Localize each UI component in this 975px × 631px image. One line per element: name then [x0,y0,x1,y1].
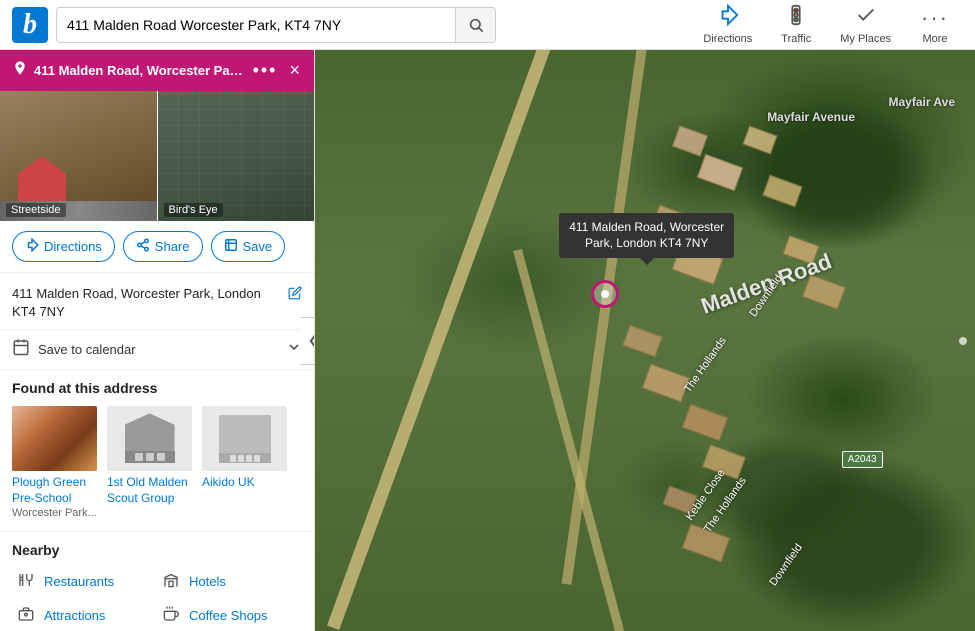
collapse-sidebar-button[interactable] [300,317,315,365]
found-section: Found at this address Plough Green Pre-S… [0,370,314,530]
save-icon [224,238,238,255]
location-header-close[interactable]: × [287,60,302,81]
map-area[interactable]: Mayfair Avenue Mayfair Ave Malden Road T… [315,50,975,631]
sidebar: 411 Malden Road, Worcester Park, L... ••… [0,50,315,631]
streetside-label: Streetside [6,203,66,217]
place-name-2: 1st Old Malden Scout Group [107,475,192,506]
directions-btn-icon [25,238,39,255]
nav-directions-label: Directions [703,33,752,45]
directions-button[interactable]: Directions [12,231,115,262]
popup-line2: Park, London KT4 7NY [569,235,724,252]
nearby-coffee[interactable]: Coffee Shops [157,600,302,631]
edit-icon[interactable] [288,286,302,303]
nav-traffic[interactable]: Traffic [768,0,824,49]
search-input[interactable] [57,8,455,42]
birdseye-photo[interactable]: Bird's Eye [158,91,315,221]
nav-buttons: Directions Traffic My Places ··· [691,0,963,49]
nearby-title: Nearby [12,542,302,558]
coffee-icon [161,606,181,626]
more-icon: ··· [921,5,949,31]
nearby-restaurants[interactable]: Restaurants [12,566,157,598]
directions-btn-label: Directions [44,239,102,254]
share-icon [136,238,150,255]
save-button[interactable]: Save [211,231,286,262]
house-decoration [12,156,72,201]
attractions-icon [16,606,36,626]
topbar: b Directions [0,0,975,50]
marker-circle-outer [591,280,619,308]
nav-more-label: More [922,33,947,45]
search-box [56,7,496,43]
marker-circle-inner [601,290,609,298]
location-header: 411 Malden Road, Worcester Park, L... ••… [0,50,314,91]
address-text: 411 Malden Road, Worcester Park, London … [12,285,282,321]
pin-icon [12,60,28,81]
bing-logo: b [12,7,48,43]
coffee-label: Coffee Shops [189,608,268,623]
nav-myplaces[interactable]: My Places [828,0,903,49]
place-thumb-3 [202,406,287,471]
calendar-section[interactable]: Save to calendar [0,330,314,370]
grid-overlay [158,91,315,221]
nearby-grid: Restaurants Hotels [12,566,302,631]
birdseye-label: Bird's Eye [164,203,223,217]
streetside-photo[interactable]: Streetside [0,91,157,221]
location-header-more[interactable]: ••• [249,60,282,81]
place-sub-1: Worcester Park... [12,507,97,519]
zoom-indicator [959,337,967,345]
directions-icon [717,4,739,31]
place-card-1[interactable]: Plough Green Pre-School Worcester Park..… [12,406,97,518]
location-header-title: 411 Malden Road, Worcester Park, L... [34,63,243,78]
map-zoom-controls [959,337,967,345]
attractions-label: Attractions [44,608,105,623]
nav-more[interactable]: ··· More [907,1,963,49]
nearby-attractions[interactable]: Attractions [12,600,157,631]
map-popup: 411 Malden Road, Worcester Park, London … [559,213,734,259]
myplaces-icon [855,4,877,31]
share-btn-label: Share [155,239,190,254]
place-card-3[interactable]: Aikido UK [202,406,287,518]
found-title: Found at this address [12,380,302,396]
mayfair-ave-label: Mayfair Ave [889,95,955,109]
place-thumb-1 [12,406,97,471]
calendar-label: Save to calendar [38,342,278,357]
nearby-hotels[interactable]: Hotels [157,566,302,598]
road-badge: A2043 [842,451,883,468]
save-btn-label: Save [243,239,273,254]
nearby-section: Nearby Restaurants [0,531,314,631]
restaurants-icon [16,572,36,592]
mayfair-label: Mayfair Avenue [767,110,855,124]
location-marker [591,280,619,308]
photos-strip: Streetside Bird's Eye [0,91,314,221]
hotels-label: Hotels [189,574,226,589]
places-row: Plough Green Pre-School Worcester Park..… [12,406,302,518]
place-thumb-2 [107,406,192,471]
vegetation-patch-4 [725,451,975,631]
popup-line1: 411 Malden Road, Worcester [569,219,724,236]
calendar-icon [12,338,30,361]
nav-directions[interactable]: Directions [691,0,764,49]
nav-traffic-label: Traffic [781,33,811,45]
main-layout: 411 Malden Road, Worcester Park, L... ••… [0,50,975,631]
restaurants-label: Restaurants [44,574,114,589]
place-name-3: Aikido UK [202,475,287,491]
place-name-1: Plough Green Pre-School [12,475,97,506]
action-buttons: Directions Share [0,221,314,273]
address-section: 411 Malden Road, Worcester Park, London … [0,273,314,330]
hotels-icon [161,572,181,592]
nav-myplaces-label: My Places [840,33,891,45]
traffic-icon [785,4,807,31]
share-button[interactable]: Share [123,231,203,262]
search-button[interactable] [455,8,495,42]
place-card-2[interactable]: 1st Old Malden Scout Group [107,406,192,518]
